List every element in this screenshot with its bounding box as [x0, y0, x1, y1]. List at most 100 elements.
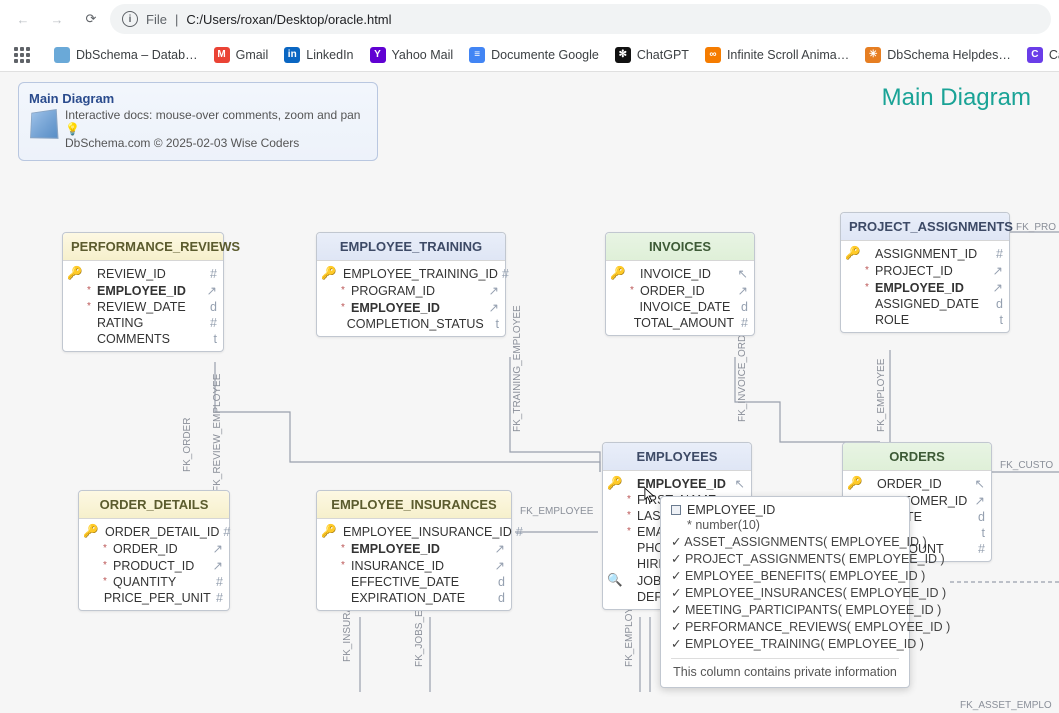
column-row[interactable]: *EMPLOYEE_ID↗: [841, 279, 1009, 296]
column-row[interactable]: 🔑INVOICE_ID↖: [606, 265, 754, 282]
bookmark-item[interactable]: ✳DbSchema Helpdes…: [859, 43, 1017, 67]
column-row[interactable]: TOTAL_AMOUNT#: [606, 315, 754, 331]
table-employee-training[interactable]: EMPLOYEE_TRAINING 🔑EMPLOYEE_TRAINING_ID#…: [316, 232, 506, 337]
column-name: EMPLOYEE_INSURANCE_ID: [343, 525, 512, 539]
table-header: EMPLOYEES: [603, 443, 751, 471]
column-name: TOTAL_AMOUNT: [634, 316, 734, 330]
required-mark: *: [625, 511, 633, 521]
required-mark: *: [339, 544, 347, 554]
forward-button[interactable]: →: [42, 4, 72, 34]
column-type: d: [491, 575, 505, 589]
bookmark-favicon: M: [214, 47, 230, 63]
column-name: REVIEW_DATE: [97, 300, 199, 314]
table-invoices[interactable]: INVOICES 🔑INVOICE_ID↖*ORDER_ID↗INVOICE_D…: [605, 232, 755, 336]
tooltip-ref: ✓ EMPLOYEE_TRAINING( EMPLOYEE_ID ): [671, 635, 899, 652]
column-row[interactable]: PRICE_PER_UNIT#: [79, 590, 229, 606]
column-row[interactable]: 🔑ORDER_ID↖: [843, 475, 991, 492]
column-row[interactable]: 🔑ORDER_DETAIL_ID#: [79, 523, 229, 540]
bookmark-item[interactable]: DbSchema – Datab…: [48, 43, 204, 67]
table-order-details[interactable]: ORDER_DETAILS 🔑ORDER_DETAIL_ID#*ORDER_ID…: [78, 490, 230, 611]
column-row[interactable]: *PROJECT_ID↗: [841, 262, 1009, 279]
tooltip-note: This column contains private information: [671, 665, 899, 679]
column-row[interactable]: *PRODUCT_ID↗: [79, 557, 229, 574]
info-card-title: Main Diagram: [29, 91, 367, 106]
bookmark-label: DbSchema – Datab…: [76, 48, 198, 62]
column-name: ASSIGNED_DATE: [875, 297, 985, 311]
diagram-info-card: Main Diagram Interactive docs: mouse-ove…: [18, 82, 378, 161]
column-row[interactable]: *INSURANCE_ID↗: [317, 557, 511, 574]
column-row[interactable]: 🔑EMPLOYEE_TRAINING_ID#: [317, 265, 505, 282]
bookmark-label: Infinite Scroll Anima…: [727, 48, 849, 62]
column-row[interactable]: 🔑ASSIGNMENT_ID#: [841, 245, 1009, 262]
diagram-canvas[interactable]: Main Diagram Main Diagram Interactive do…: [0, 72, 1059, 713]
key-icon: 🔑: [67, 266, 81, 281]
column-row[interactable]: COMPLETION_STATUSt: [317, 316, 505, 332]
column-type: ↖: [971, 476, 985, 491]
table-header: EMPLOYEE_TRAINING: [317, 233, 505, 261]
svg-text:FK_REVIEW_EMPLOYEE: FK_REVIEW_EMPLOYEE: [212, 373, 223, 492]
info-line-2: DbSchema.com © 2025-02-03 Wise Coders: [65, 136, 367, 150]
column-name: EMPLOYEE_ID: [351, 301, 481, 315]
bookmark-item[interactable]: ≡Documente Google: [463, 43, 605, 67]
column-row[interactable]: 🔑REVIEW_ID#: [63, 265, 223, 282]
apps-button[interactable]: [8, 43, 36, 67]
tooltip-ref: ✓ EMPLOYEE_BENEFITS( EMPLOYEE_ID ): [671, 567, 899, 584]
table-employee-insurances[interactable]: EMPLOYEE_INSURANCES 🔑EMPLOYEE_INSURANCE_…: [316, 490, 512, 611]
bookmark-item[interactable]: inLinkedIn: [278, 43, 359, 67]
required-mark: *: [85, 286, 93, 296]
column-row[interactable]: *ORDER_ID↗: [79, 540, 229, 557]
column-type: ↗: [734, 283, 748, 298]
svg-text:FK_EMPLOYEE: FK_EMPLOYEE: [876, 358, 887, 432]
table-project-assignments[interactable]: PROJECT_ASSIGNMENTS 🔑ASSIGNMENT_ID# * PROJ…: [840, 212, 1010, 333]
required-mark: *: [101, 544, 109, 554]
svg-text:FK_ORDER: FK_ORDER: [182, 418, 193, 472]
column-row[interactable]: *EMPLOYEE_ID↗: [317, 540, 511, 557]
column-type: t: [971, 526, 985, 540]
column-type: ↗: [491, 558, 505, 573]
column-row[interactable]: EXPIRATION_DATEd: [317, 590, 511, 606]
key-icon: 🔑: [83, 524, 97, 539]
column-row[interactable]: ASSIGNED_DATEd: [841, 296, 1009, 312]
column-row[interactable]: *ORDER_ID↗: [606, 282, 754, 299]
bookmark-item[interactable]: CCanva: [1021, 43, 1059, 67]
bookmark-item[interactable]: ✻ChatGPT: [609, 43, 695, 67]
bookmark-favicon: ∞: [705, 47, 721, 63]
column-row[interactable]: *REVIEW_DATEd: [63, 299, 223, 315]
column-row[interactable]: *EMPLOYEE_ID↗: [63, 282, 223, 299]
column-type: d: [971, 510, 985, 524]
table-header: INVOICES: [606, 233, 754, 261]
table-performance-reviews[interactable]: PERFORMANCE_REVIEWS 🔑REVIEW_ID#*EMPLOYEE…: [62, 232, 224, 352]
bookmark-label: ChatGPT: [637, 48, 689, 62]
column-row[interactable]: COMMENTS t: [63, 331, 223, 347]
column-type: t: [989, 313, 1003, 327]
column-row[interactable]: 🔑EMPLOYEE_INSURANCE_ID#: [317, 523, 511, 540]
column-row[interactable]: *EMPLOYEE_ID↗: [317, 299, 505, 316]
bookmark-item[interactable]: YYahoo Mail: [364, 43, 460, 67]
column-row[interactable]: INVOICE_DATEd: [606, 299, 754, 315]
bookmark-item[interactable]: ∞ Infinite Scroll Anima…: [699, 43, 855, 67]
column-row[interactable]: 🔑EMPLOYEE_ID↖: [603, 475, 751, 492]
column-row[interactable]: EFFECTIVE_DATEd: [317, 574, 511, 590]
cube-icon: [30, 109, 59, 139]
column-row[interactable]: RATING#: [63, 315, 223, 331]
bookmark-favicon: ≡: [469, 47, 485, 63]
reload-button[interactable]: ⟳: [76, 4, 106, 34]
key-icon: 🔑: [321, 266, 335, 281]
bookmark-item[interactable]: M Gmail: [208, 43, 275, 67]
column-name: ORDER_DETAIL_ID: [105, 525, 219, 539]
column-type: t: [203, 332, 217, 346]
bookmark-label: Gmail: [236, 48, 269, 62]
column-type: d: [491, 591, 505, 605]
column-name: COMMENTS: [97, 332, 199, 346]
column-row[interactable]: *PROGRAM_ID↗: [317, 282, 505, 299]
column-type: ↗: [989, 280, 1003, 295]
required-mark: *: [863, 266, 871, 276]
column-row[interactable]: *QUANTITY#: [79, 574, 229, 590]
table-header: PROJECT_ASSIGNMENTS: [841, 213, 1009, 241]
back-button[interactable]: ←: [8, 4, 38, 34]
column-type: ↗: [485, 283, 499, 298]
column-row[interactable]: ROLEt: [841, 312, 1009, 328]
column-name: PROJECT_ID: [875, 264, 985, 278]
address-bar[interactable]: i File | C:/Users/roxan/Desktop/oracle.h…: [110, 4, 1051, 34]
svg-text:FK_TRAINING_EMPLOYEE: FK_TRAINING_EMPLOYEE: [512, 305, 523, 432]
